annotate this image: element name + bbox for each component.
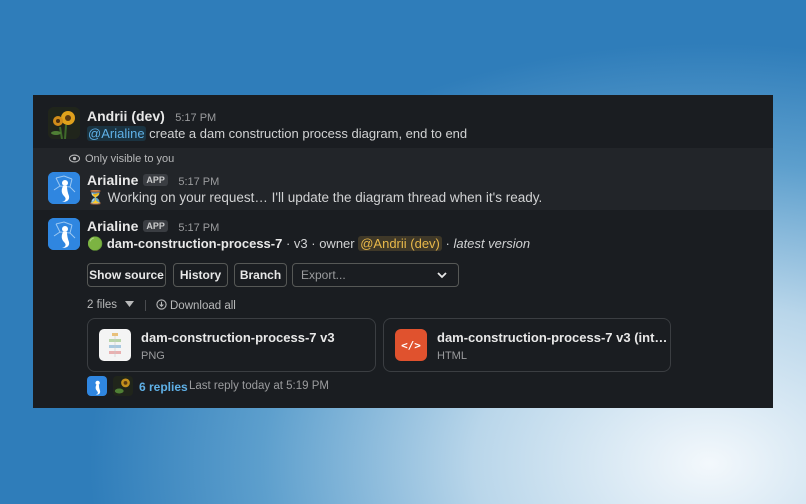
- status-circle-icon: 🟢: [87, 236, 104, 251]
- branch-label: Branch: [239, 268, 282, 282]
- show-source-button[interactable]: Show source: [87, 263, 166, 287]
- replies-link[interactable]: 6 replies: [139, 380, 188, 394]
- latest-version-label: latest version: [453, 236, 531, 251]
- thread-replies[interactable]: 6 replies Last reply today at 5:19 PM: [87, 376, 347, 398]
- visibility-note: Only visible to you: [68, 153, 175, 165]
- file-title: dam-construction-process-7 v3: [141, 330, 335, 345]
- reply-avatar-andrii: [113, 376, 133, 396]
- mermaid-avatar-icon: [48, 218, 80, 250]
- chevron-down-icon: [437, 272, 447, 279]
- export-placeholder: Export...: [301, 268, 346, 282]
- mention-arialine[interactable]: @Arialine: [87, 126, 146, 141]
- timestamp[interactable]: 5:17 PM: [178, 176, 219, 188]
- message-text: Working on your request… I'll update the…: [107, 190, 543, 205]
- file-type: PNG: [141, 350, 165, 362]
- mermaid-avatar-icon: [48, 172, 80, 204]
- download-cloud-icon: [156, 299, 167, 310]
- avatar-andrii[interactable]: [48, 107, 80, 139]
- app-badge: APP: [143, 220, 168, 232]
- eye-icon: [68, 154, 81, 163]
- history-button[interactable]: History: [173, 263, 228, 287]
- timestamp[interactable]: 5:17 PM: [178, 222, 219, 234]
- author-name[interactable]: Arialine: [87, 218, 138, 234]
- message-diagram: Arialine APP 5:17 PM 🟢 dam-construction-p…: [33, 210, 773, 408]
- branch-button[interactable]: Branch: [234, 263, 287, 287]
- files-count: 2 files: [87, 299, 118, 311]
- history-label: History: [179, 268, 222, 282]
- avatar-arialine[interactable]: [48, 218, 80, 250]
- mermaid-avatar-icon: [87, 376, 107, 396]
- diagram-file-name: dam-construction-process-7: [106, 236, 283, 251]
- message-panel: Andrii (dev) 5:17 PM @Arialine create a …: [33, 95, 773, 408]
- hourglass-icon: ⏳: [87, 190, 104, 205]
- image-thumbnail-icon: [99, 329, 131, 361]
- file-type: HTML: [437, 350, 467, 362]
- message-andrii: Andrii (dev) 5:17 PM @Arialine create a …: [33, 95, 773, 147]
- mention-owner[interactable]: @Andrii (dev): [358, 236, 442, 251]
- visibility-text: Only visible to you: [85, 153, 175, 165]
- code-glyph: </>: [401, 338, 421, 352]
- caret-down-icon: [125, 301, 135, 307]
- divider: [145, 300, 146, 311]
- code-icon: </>: [395, 329, 427, 361]
- avatar-arialine[interactable]: [48, 172, 80, 204]
- last-reply-text: Last reply today at 5:19 PM: [189, 380, 329, 392]
- reply-avatar-arialine: [87, 376, 107, 396]
- timestamp[interactable]: 5:17 PM: [175, 112, 216, 124]
- sunflower-avatar-icon: [113, 376, 133, 396]
- export-select[interactable]: Export...: [292, 263, 459, 287]
- message-ephemeral: Only visible to you Arialine APP 5:17 PM …: [33, 148, 773, 210]
- show-source-label: Show source: [89, 268, 164, 282]
- download-all-label: Download all: [170, 300, 236, 312]
- author-name[interactable]: Andrii (dev): [87, 108, 165, 124]
- author-name[interactable]: Arialine: [87, 172, 138, 188]
- sunflower-avatar-icon: [48, 107, 80, 139]
- message-text: create a dam construction process diagra…: [145, 126, 468, 141]
- download-all-link[interactable]: Download all: [156, 299, 236, 312]
- file-title: dam-construction-process-7 v3 (int…: [437, 330, 668, 345]
- app-badge: APP: [143, 174, 168, 186]
- diagram-meta: · v3 · owner: [282, 236, 359, 251]
- file-card-png[interactable]: dam-construction-process-7 v3 PNG: [87, 318, 376, 372]
- separator: ·: [441, 236, 454, 251]
- file-card-html[interactable]: </> dam-construction-process-7 v3 (int… …: [383, 318, 671, 372]
- files-toggle[interactable]: 2 files: [87, 299, 135, 311]
